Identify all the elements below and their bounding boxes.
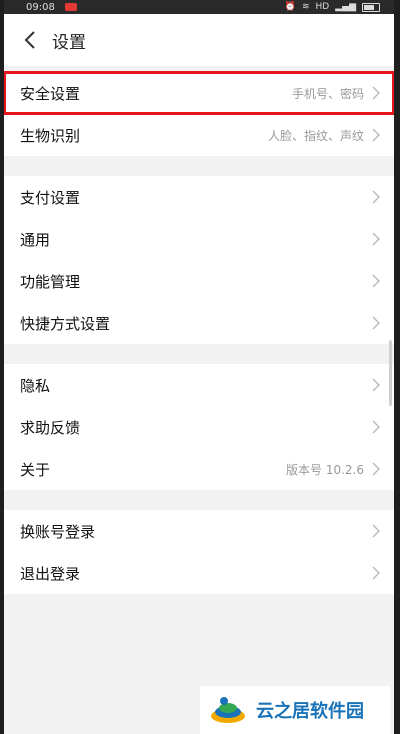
chevron-right-icon [372,462,382,476]
chevron-right-icon [372,232,382,246]
chevron-right-icon [372,524,382,538]
settings-item-label: 生物识别 [20,126,81,145]
settings-item-label: 换账号登录 [20,522,96,541]
settings-item-detail: 人脸、指纹、声纹 [267,128,364,143]
settings-item-right: 手机号、密码 [292,85,382,102]
status-bar: 09:08 ⏰ ≋ HD ▂▄▆ [4,0,394,14]
settings-item-features[interactable]: 功能管理 [4,260,394,302]
settings-item-label: 安全设置 [20,84,81,103]
settings-item-privacy[interactable]: 隐私 [4,364,394,406]
site-logo-icon [208,690,248,730]
scrollbar[interactable] [389,340,392,406]
settings-item-label: 功能管理 [20,272,81,291]
status-left: 09:08 [26,2,77,13]
status-right: ⏰ ≋ HD ▂▄▆ [285,2,380,12]
settings-item-payment[interactable]: 支付设置 [4,176,394,218]
settings-item-feedback[interactable]: 求助反馈 [4,406,394,448]
settings-group-info: 隐私 求助反馈 关于 版本号 10.2.6 [4,364,394,490]
settings-item-right [372,524,382,538]
settings-item-label: 快捷方式设置 [20,314,111,333]
settings-item-label: 关于 [20,460,51,479]
settings-item-biometrics[interactable]: 生物识别 人脸、指纹、声纹 [4,114,394,156]
chevron-right-icon [372,274,382,288]
page-title: 设置 [52,32,86,53]
phone-screen: 09:08 ⏰ ≋ HD ▂▄▆ 设置 安全设置 手机号、密码 生物识别 人脸、… [4,0,394,734]
section-gap [4,344,394,364]
settings-item-right [372,232,382,246]
settings-item-general[interactable]: 通用 [4,218,394,260]
settings-item-right [372,190,382,204]
watermark-text: 云之居软件园 [256,701,364,722]
settings-item-right: 人脸、指纹、声纹 [268,127,382,144]
settings-item-right [372,378,382,392]
chevron-right-icon [372,378,382,392]
network-type: HD [315,2,330,12]
signal-icon: ▂▄▆ [335,2,356,12]
section-gap [4,156,394,176]
wifi-icon: ≋ [301,2,310,12]
alarm-icon: ⏰ [284,2,296,12]
battery-icon [362,2,380,12]
chevron-right-icon [372,190,382,204]
settings-item-logout[interactable]: 退出登录 [4,552,394,594]
watermark: 云之居软件园 [200,686,390,734]
chevron-right-icon [372,420,382,434]
section-gap [4,490,394,510]
settings-item-right [372,420,382,434]
app-header: 设置 [4,14,394,66]
status-time: 09:08 [26,1,55,13]
chevron-right-icon [372,566,382,580]
chevron-right-icon [372,86,382,100]
settings-item-label: 退出登录 [20,564,81,583]
settings-item-label: 隐私 [20,376,51,395]
settings-group-session: 换账号登录 退出登录 [4,510,394,594]
settings-item-label: 求助反馈 [20,418,81,437]
settings-group-account: 安全设置 手机号、密码 生物识别 人脸、指纹、声纹 [4,71,394,156]
settings-item-right [372,274,382,288]
settings-item-shortcuts[interactable]: 快捷方式设置 [4,302,394,344]
chevron-right-icon [372,128,382,142]
settings-item-label: 通用 [20,230,51,249]
settings-item-right [372,316,382,330]
settings-item-switch-account[interactable]: 换账号登录 [4,510,394,552]
settings-item-detail: 手机号、密码 [291,86,364,101]
back-arrow-icon[interactable] [18,28,42,52]
settings-item-about[interactable]: 关于 版本号 10.2.6 [4,448,394,490]
settings-item-label: 支付设置 [20,188,81,207]
recording-icon [64,3,77,11]
settings-group-general: 支付设置 通用 功能管理 快捷方式设置 [4,176,394,344]
chevron-right-icon [372,316,382,330]
settings-item-security[interactable]: 安全设置 手机号、密码 [4,71,394,115]
settings-item-right [372,566,382,580]
settings-item-right: 版本号 10.2.6 [286,461,382,478]
version-text: 版本号 10.2.6 [286,462,364,477]
